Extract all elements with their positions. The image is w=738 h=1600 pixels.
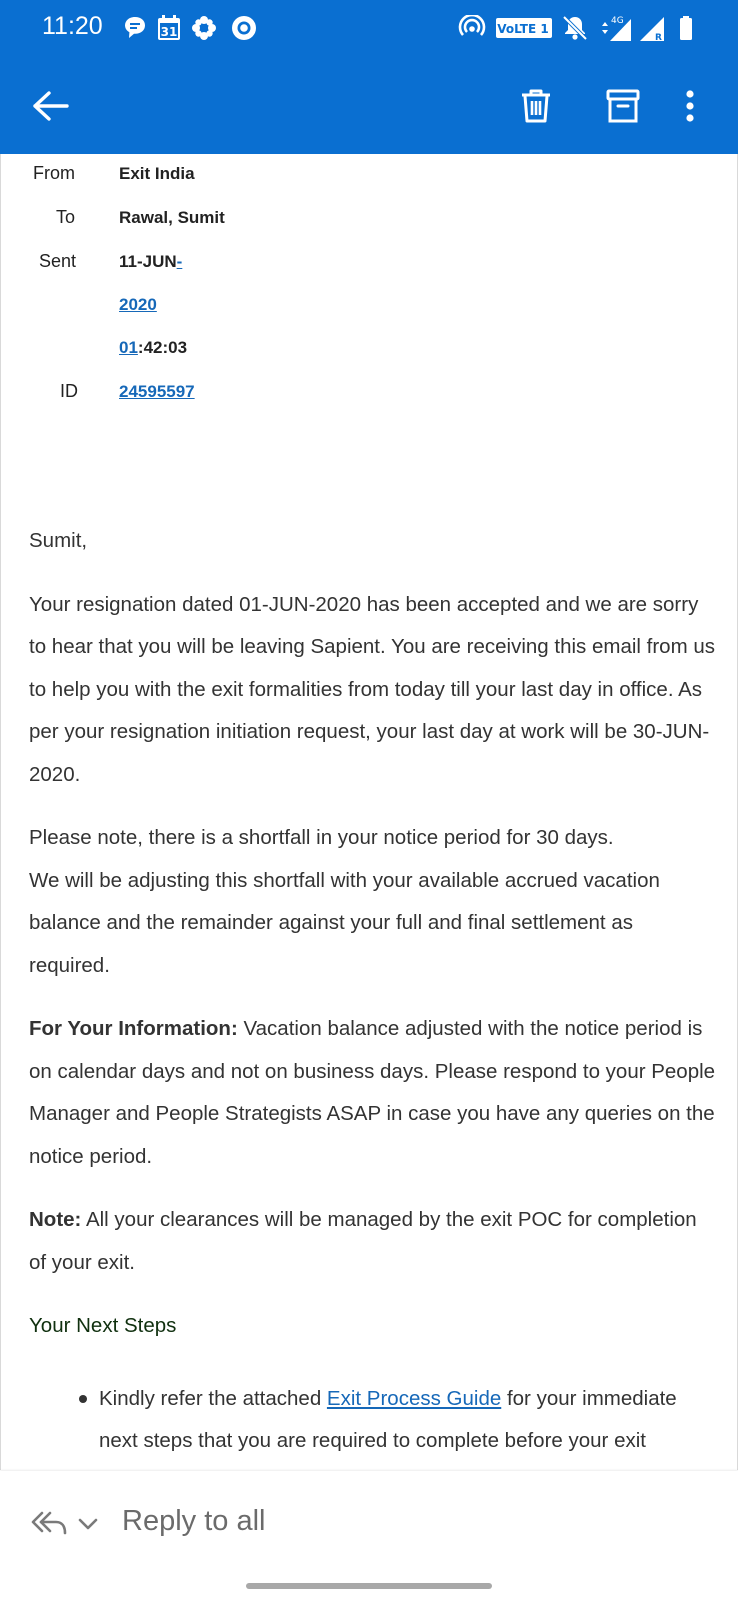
list-item: Kindly refer the attached Exit Process G… (79, 1378, 719, 1463)
from-label: From (33, 163, 75, 183)
more-options-button[interactable] (662, 80, 718, 136)
paragraph-shortfall: Please note, there is a shortfall in you… (29, 817, 719, 987)
volte-text: VoLTE 1 (497, 22, 548, 36)
shortfall-line1: Please note, there is a shortfall in you… (29, 826, 614, 849)
sent-hour-link[interactable]: 01 (119, 338, 138, 357)
sent-date: 11-JUN- (119, 252, 182, 272)
sent-time: 01:42:03 (119, 338, 187, 358)
sent-label: Sent (39, 251, 77, 271)
sent-date-link[interactable]: - (177, 252, 183, 271)
chat-notification-icon (122, 14, 148, 42)
volte-icon: VoLTE 1 (496, 14, 552, 42)
id-label: ID (60, 381, 78, 401)
reply-bar: Reply to all (0, 1471, 738, 1600)
arrow-left-icon (31, 90, 69, 127)
greeting: Sumit, (29, 529, 88, 552)
note-text: All your clearances will be managed by t… (29, 1208, 697, 1274)
note-label: Note: (29, 1208, 82, 1231)
more-vertical-icon (685, 89, 695, 127)
top-bar: 11:20 31 VoLTE 1 4G R (0, 0, 738, 154)
status-time: 11:20 (42, 12, 103, 40)
signal-4g-icon: 4G (598, 14, 632, 42)
circle-app-icon (231, 14, 257, 42)
id-value-link[interactable]: 24595597 (119, 382, 195, 402)
network-label: 4G (611, 16, 624, 26)
to-value: Rawal, Sumit (119, 208, 225, 227)
next-steps-heading: Your Next Steps (29, 1314, 177, 1337)
bullet1-prefix: Kindly refer the attached (99, 1386, 327, 1410)
app-bar (0, 62, 738, 154)
battery-icon (678, 14, 694, 42)
next-steps-list: Kindly refer the attached Exit Process G… (29, 1378, 719, 1463)
sent-time-rest: :42:03 (137, 338, 188, 357)
back-button[interactable] (22, 80, 78, 136)
signal-roaming-icon: R (638, 14, 666, 42)
shortfall-line2: We will be adjusting this shortfall with… (29, 868, 660, 977)
reply-all-icon (30, 1509, 68, 1544)
calendar-icon: 31 (157, 14, 181, 42)
content-border-left (0, 154, 1, 1470)
from-value: Exit India (119, 164, 195, 183)
paragraph-resignation: Your resignation dated 01-JUN-2020 has b… (29, 592, 715, 786)
svg-text:31: 31 (161, 25, 178, 39)
roaming-label: R (655, 33, 662, 42)
mute-bell-icon (561, 14, 589, 42)
trash-icon (520, 88, 552, 129)
gesture-handle[interactable] (246, 1583, 492, 1589)
archive-button[interactable] (595, 80, 651, 136)
sent-year-link[interactable]: 2020 (119, 295, 157, 315)
hotspot-icon (458, 14, 486, 42)
reply-all-button[interactable] (30, 1505, 102, 1545)
pinwheel-icon (191, 14, 217, 42)
delete-button[interactable] (508, 80, 564, 136)
chevron-down-icon (78, 1517, 98, 1536)
exit-process-guide-link[interactable]: Exit Process Guide (327, 1387, 501, 1410)
paragraph-note: Note: All your clearances will be manage… (29, 1199, 719, 1284)
status-bar: 11:20 31 VoLTE 1 4G R (0, 0, 738, 56)
email-body: Sumit, Your resignation dated 01-JUN-202… (29, 520, 719, 1463)
sent-date-part: 11-JUN (119, 252, 177, 271)
archive-icon (606, 88, 640, 129)
reply-all-label[interactable]: Reply to all (122, 1505, 265, 1538)
paragraph-fyi: For Your Information: Vacation balance a… (29, 1008, 719, 1178)
to-label: To (56, 207, 76, 227)
fyi-label: For Your Information: (29, 1017, 238, 1040)
